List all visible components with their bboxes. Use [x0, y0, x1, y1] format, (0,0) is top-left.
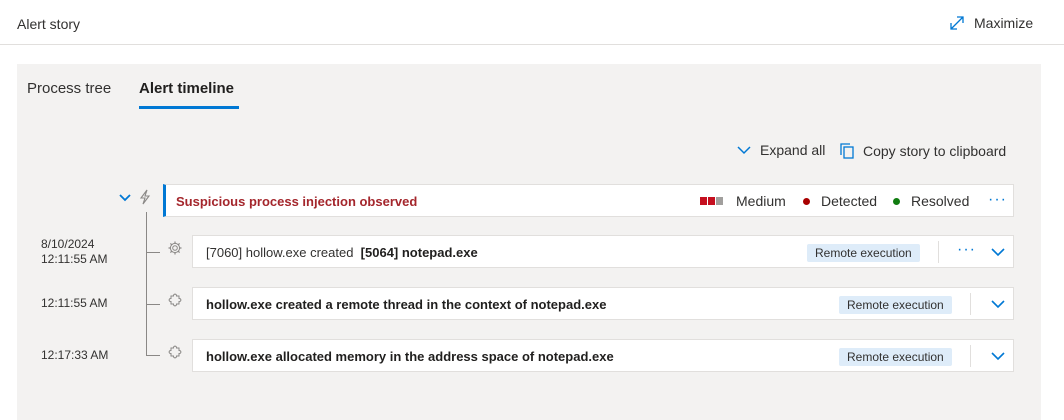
event-description: [7060] hollow.exe created [5064] notepad… — [206, 245, 478, 260]
more-options-button[interactable]: ··· — [957, 241, 976, 259]
expand-diagonal-icon — [948, 14, 966, 32]
event-card[interactable]: hollow.exe created a remote thread in th… — [192, 287, 1014, 320]
event-text: hollow.exe created a remote thread in th… — [206, 297, 607, 312]
chevron-down-icon[interactable] — [990, 297, 1006, 311]
expand-all-button[interactable]: Expand all — [736, 142, 825, 158]
remote-execution-tag: Remote execution — [839, 296, 952, 314]
remote-execution-tag: Remote execution — [807, 244, 920, 262]
gear-icon — [167, 240, 183, 256]
copy-icon — [839, 142, 855, 160]
lightning-bolt-icon — [138, 189, 152, 205]
event-text: hollow.exe allocated memory in the addre… — [206, 349, 614, 364]
detected-status-dot — [803, 198, 810, 205]
chevron-down-icon — [736, 144, 752, 156]
chevron-down-icon[interactable] — [990, 349, 1006, 363]
event-description: hollow.exe allocated memory in the addre… — [206, 349, 614, 364]
event-card[interactable]: hollow.exe allocated memory in the addre… — [192, 339, 1014, 372]
event-time: 12:17:33 AM — [41, 348, 109, 362]
event-time: 12:11:55 AM — [41, 296, 108, 310]
puzzle-icon — [167, 344, 183, 360]
status-label: Resolved — [911, 193, 970, 209]
maximize-button[interactable]: Maximize — [948, 13, 1033, 33]
remote-execution-tag: Remote execution — [839, 348, 952, 366]
chevron-down-icon[interactable] — [990, 245, 1006, 259]
tree-branch-line — [146, 304, 160, 305]
event-timestamp: 8/10/2024 12:11:55 AM — [41, 237, 108, 267]
collapse-chevron-icon[interactable] — [118, 191, 132, 205]
active-tab-indicator — [139, 106, 239, 109]
event-time: 12:11:55 AM — [41, 252, 108, 266]
tab-alert-timeline[interactable]: Alert timeline — [139, 80, 234, 97]
tree-branch-line — [146, 252, 160, 253]
copy-story-button[interactable]: Copy story to clipboard — [839, 142, 1006, 160]
divider — [970, 345, 971, 367]
resolved-status-dot — [893, 198, 900, 205]
detection-label: Detected — [821, 193, 878, 209]
tree-branch-line — [146, 355, 160, 356]
more-options-button[interactable]: ··· — [988, 191, 1007, 209]
alert-title: Suspicious process injection observed — [176, 194, 418, 209]
alert-story-panel: Process tree Alert timeline Expand all C… — [17, 64, 1041, 420]
alert-story-header: Alert story Maximize — [0, 0, 1064, 45]
page-title: Alert story — [17, 16, 81, 32]
severity-label: Medium — [736, 193, 786, 209]
event-date: 8/10/2024 — [41, 237, 95, 251]
tab-process-tree[interactable]: Process tree — [27, 80, 111, 97]
event-process-name: [5064] notepad.exe — [360, 245, 478, 260]
expand-all-label: Expand all — [760, 142, 826, 158]
copy-story-label: Copy story to clipboard — [863, 143, 1007, 159]
maximize-label: Maximize — [974, 15, 1034, 31]
puzzle-icon — [167, 292, 183, 308]
event-prefix: [7060] hollow.exe created — [206, 245, 354, 260]
alert-card[interactable]: Suspicious process injection observed Me… — [163, 184, 1014, 217]
divider — [970, 293, 971, 315]
severity-indicator — [700, 197, 723, 205]
event-description: hollow.exe created a remote thread in th… — [206, 297, 606, 312]
event-card[interactable]: [7060] hollow.exe created [5064] notepad… — [192, 235, 1014, 268]
divider — [938, 241, 939, 263]
tree-connector-line — [146, 212, 147, 355]
